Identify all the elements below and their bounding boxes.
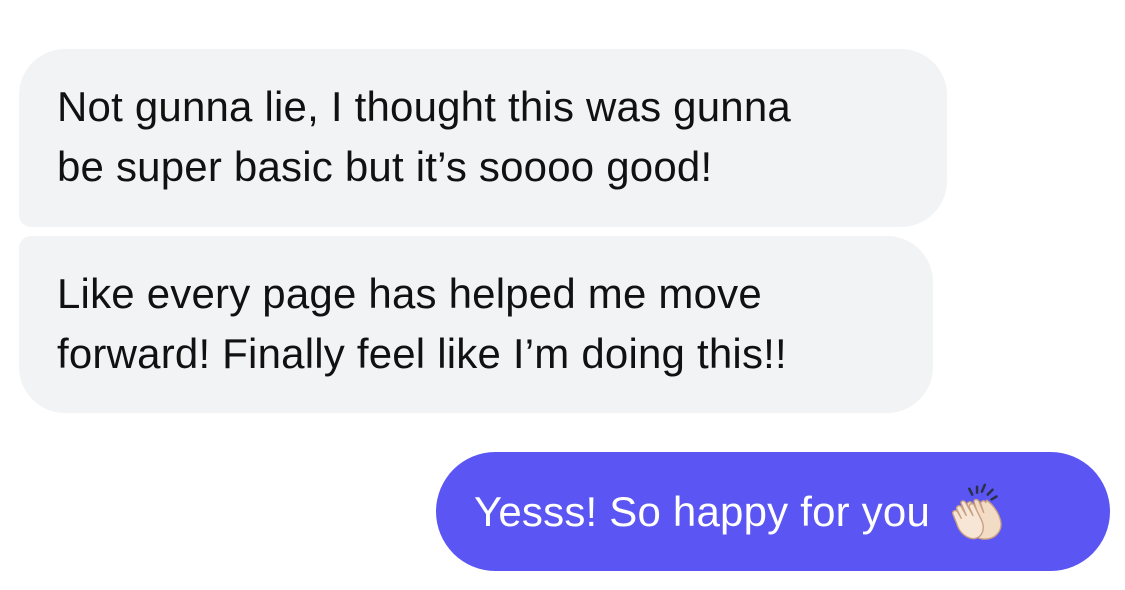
outgoing-message-bubble[interactable]: Yesss! So happy for you [436, 452, 1110, 571]
message-text: Yesss! So happy for you [474, 487, 930, 535]
message-text-line: Like every page has helped me move [57, 270, 762, 317]
clapping-hands-icon [952, 483, 1002, 540]
message-text-line: forward! Finally feel like I’m doing thi… [57, 330, 787, 377]
chat-thread: Not gunna lie, I thought this was gunna … [0, 0, 1125, 590]
incoming-message-bubble[interactable]: Not gunna lie, I thought this was gunna … [19, 49, 947, 227]
message-text-line: be super basic but it’s soooo good! [57, 143, 713, 190]
message-text-line: Not gunna lie, I thought this was gunna [57, 83, 791, 130]
incoming-message-bubble[interactable]: Like every page has helped me move forwa… [19, 236, 933, 413]
